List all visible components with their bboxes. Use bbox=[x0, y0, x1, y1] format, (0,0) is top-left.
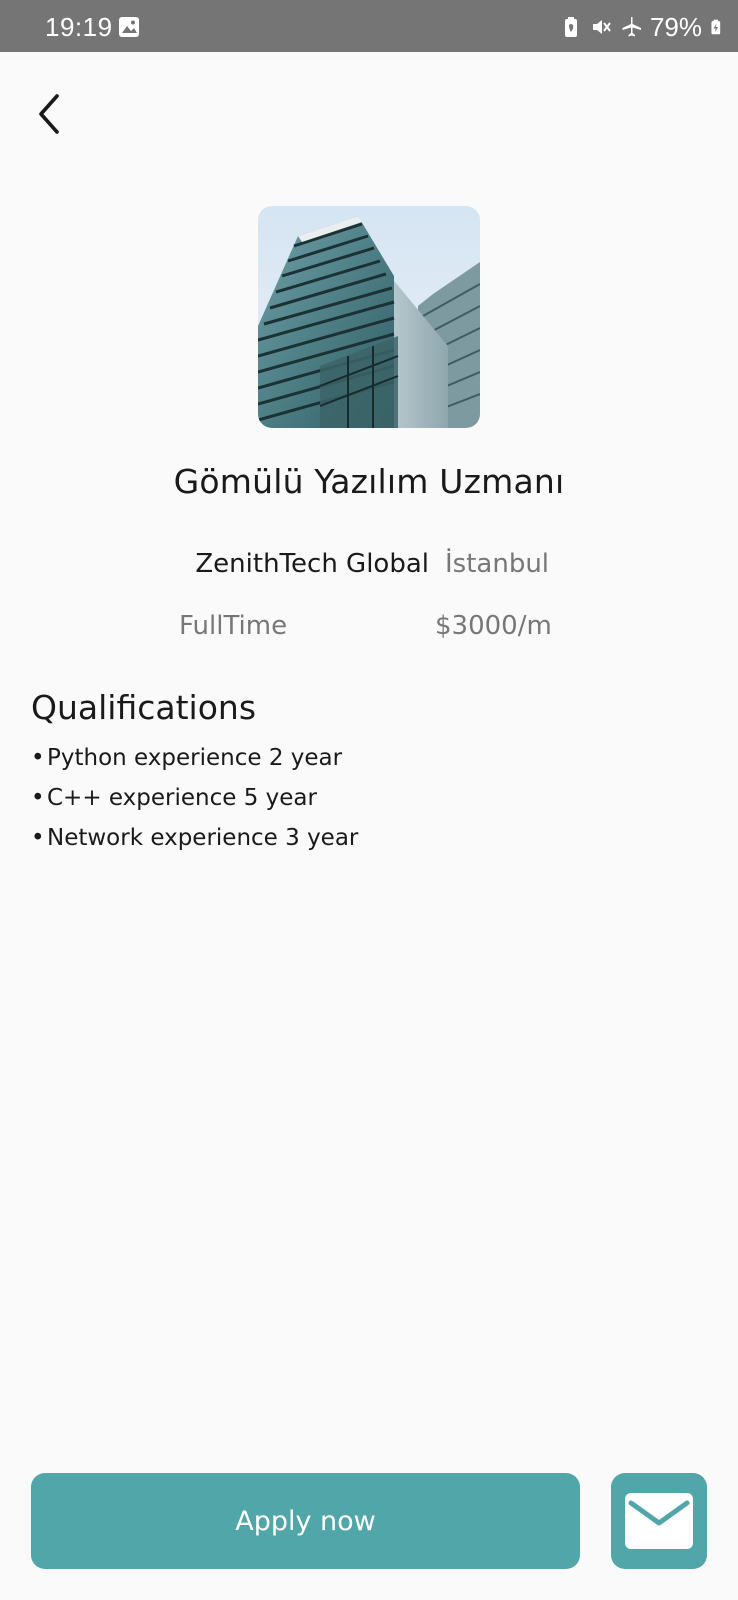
company-image bbox=[258, 206, 480, 428]
status-time: 19:19 bbox=[45, 12, 113, 42]
bullet: • bbox=[31, 745, 45, 771]
job-location: İstanbul bbox=[445, 549, 550, 579]
mail-icon bbox=[625, 1493, 693, 1549]
battery-percent: 79% bbox=[649, 11, 702, 42]
qualifications-heading: Qualifications bbox=[31, 688, 257, 727]
battery-saver-icon bbox=[564, 17, 577, 37]
image-icon bbox=[119, 17, 139, 37]
back-button[interactable] bbox=[28, 88, 72, 140]
vibrate-icon bbox=[592, 20, 611, 34]
qualifications-list: • Python experience 2 year • C++ experienc… bbox=[31, 742, 358, 862]
bullet: • bbox=[31, 785, 45, 811]
qualification-item: • Python experience 2 year bbox=[31, 742, 358, 782]
status-bar: 19:19 79% bbox=[0, 0, 738, 52]
apply-now-button[interactable]: Apply now bbox=[31, 1473, 580, 1569]
bullet: • bbox=[31, 825, 45, 851]
qualification-text: Python experience 2 year bbox=[47, 745, 343, 771]
chevron-left-icon bbox=[39, 94, 59, 134]
job-type: FullTime bbox=[179, 611, 288, 641]
company-name: ZenithTech Global bbox=[195, 549, 429, 579]
status-icons: 79% bbox=[560, 12, 726, 42]
mail-button[interactable] bbox=[611, 1473, 707, 1569]
qualification-item: • Network experience 3 year bbox=[31, 822, 358, 862]
airplane-mode-icon bbox=[622, 17, 641, 37]
job-title: Gömülü Yazılım Uzmanı bbox=[173, 462, 565, 501]
battery-charging-icon bbox=[711, 19, 721, 35]
qualification-item: • C++ experience 5 year bbox=[31, 782, 358, 822]
qualification-text: Network experience 3 year bbox=[47, 825, 359, 851]
job-salary: $3000/m bbox=[435, 611, 552, 641]
office-building-photo bbox=[258, 206, 480, 428]
qualification-text: C++ experience 5 year bbox=[47, 785, 317, 811]
